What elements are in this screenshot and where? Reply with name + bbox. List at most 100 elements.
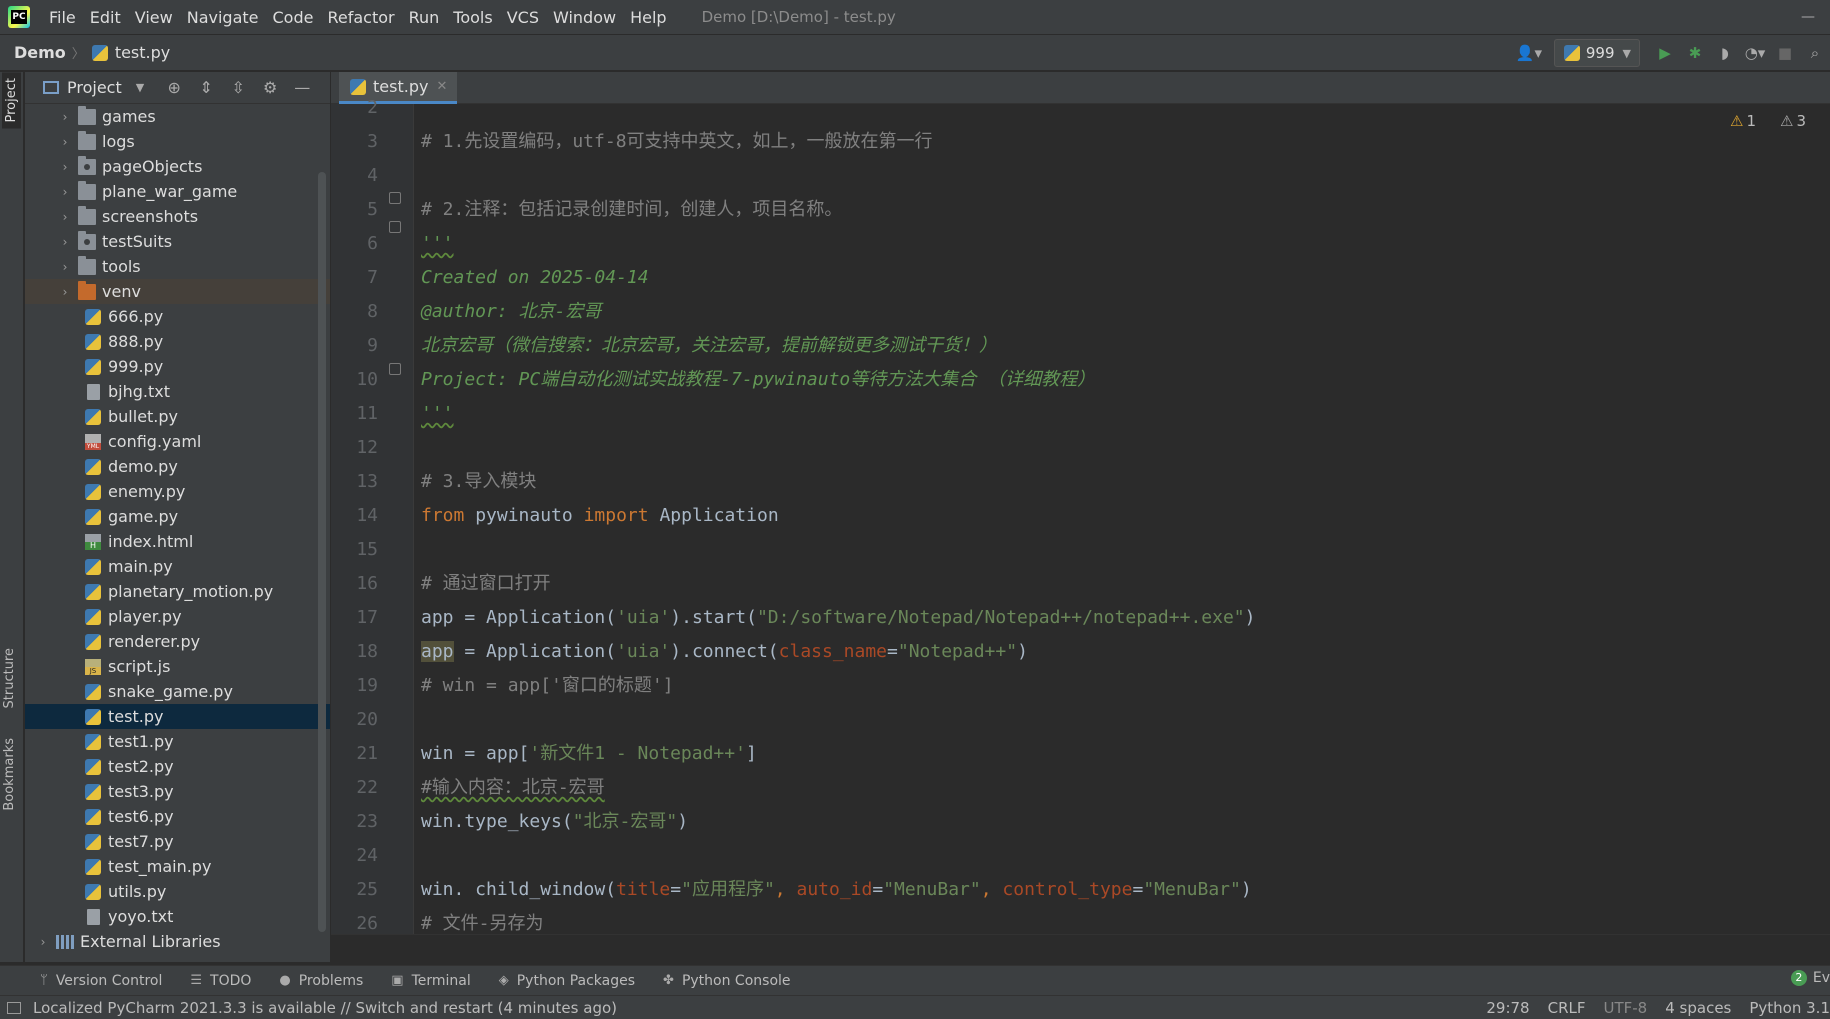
python-packages-button[interactable]: ◈ Python Packages bbox=[499, 973, 635, 989]
chevron-right-icon[interactable]: › bbox=[58, 285, 72, 299]
tree-item[interactable]: › pageObjects bbox=[25, 154, 330, 179]
chevron-right-icon[interactable]: › bbox=[58, 210, 72, 224]
tree-item[interactable]: test.py bbox=[25, 704, 330, 729]
tree-item[interactable]: test1.py bbox=[25, 729, 330, 754]
tree-item[interactable]: › tools bbox=[25, 254, 330, 279]
version-control-button[interactable]: ᛘ Version Control bbox=[40, 973, 162, 989]
python-console-button[interactable]: ✤ Python Console bbox=[663, 973, 790, 989]
tree-item[interactable]: utils.py bbox=[25, 879, 330, 904]
project-view-selector[interactable]: Project ▼ bbox=[43, 78, 144, 97]
stop-icon[interactable]: ■ bbox=[1770, 39, 1800, 67]
tree-item[interactable]: yoyo.txt bbox=[25, 904, 330, 929]
caret-position[interactable]: 29:78 bbox=[1486, 999, 1529, 1017]
menu-navigate[interactable]: Navigate bbox=[180, 8, 266, 27]
tree-item[interactable]: bullet.py bbox=[25, 404, 330, 429]
tree-item[interactable]: index.html bbox=[25, 529, 330, 554]
project-panel-header: Project ▼ ⊕ ⇕ ⇳ ⚙ — bbox=[25, 72, 330, 104]
tree-item[interactable]: test6.py bbox=[25, 804, 330, 829]
menu-refactor[interactable]: Refactor bbox=[320, 8, 401, 27]
tree-item[interactable]: 666.py bbox=[25, 304, 330, 329]
line-separator[interactable]: CRLF bbox=[1548, 999, 1586, 1017]
line-number: 25 bbox=[356, 879, 378, 900]
tree-item[interactable]: renderer.py bbox=[25, 629, 330, 654]
todo-button[interactable]: ☰ TODO bbox=[190, 973, 251, 989]
user-account-icon[interactable]: 👤▾ bbox=[1514, 39, 1544, 67]
expand-all-icon[interactable]: ⇕ bbox=[190, 78, 222, 97]
debug-icon[interactable]: ✱ bbox=[1680, 39, 1710, 67]
chevron-right-icon[interactable]: › bbox=[36, 935, 50, 949]
bookmarks-tool-window-button[interactable]: Bookmarks bbox=[2, 738, 17, 811]
settings-gear-icon[interactable]: ⚙ bbox=[254, 78, 286, 97]
problems-button[interactable]: ● Problems bbox=[279, 973, 363, 989]
breadcrumb-file[interactable]: test.py bbox=[91, 43, 170, 62]
minimize-icon[interactable]: — bbox=[1786, 0, 1830, 34]
menu-vcs[interactable]: VCS bbox=[500, 8, 546, 27]
menu-window[interactable]: Window bbox=[546, 8, 623, 27]
fold-marker-icon[interactable] bbox=[389, 221, 401, 233]
tree-item-label: planetary_motion.py bbox=[108, 582, 274, 601]
inspection-widget[interactable]: ⚠ 1 ⚠ 3 bbox=[1730, 112, 1830, 130]
locate-file-icon[interactable]: ⊕ bbox=[158, 78, 190, 97]
chevron-right-icon[interactable]: › bbox=[58, 110, 72, 124]
chevron-right-icon[interactable]: › bbox=[58, 160, 72, 174]
tree-item[interactable]: test3.py bbox=[25, 779, 330, 804]
profile-icon[interactable]: ◔▾ bbox=[1740, 39, 1770, 67]
indent-setting[interactable]: 4 spaces bbox=[1665, 999, 1731, 1017]
search-everywhere-icon[interactable]: ⌕ bbox=[1800, 39, 1830, 67]
tree-item[interactable]: enemy.py bbox=[25, 479, 330, 504]
file-encoding[interactable]: UTF-8 bbox=[1604, 999, 1648, 1017]
tree-item[interactable]: › testSuits bbox=[25, 229, 330, 254]
tree-item[interactable]: › External Libraries bbox=[25, 929, 330, 954]
tree-item[interactable]: 999.py bbox=[25, 354, 330, 379]
chevron-right-icon[interactable]: › bbox=[58, 185, 72, 199]
tree-item[interactable]: demo.py bbox=[25, 454, 330, 479]
chevron-right-icon[interactable]: › bbox=[58, 235, 72, 249]
breadcrumb-project[interactable]: Demo bbox=[14, 43, 66, 62]
tree-item[interactable]: script.js bbox=[25, 654, 330, 679]
tree-item[interactable]: › venv bbox=[25, 279, 330, 304]
project-tree-scrollbar[interactable] bbox=[318, 172, 326, 932]
tree-item[interactable]: › screenshots bbox=[25, 204, 330, 229]
menu-view[interactable]: View bbox=[128, 8, 180, 27]
code-area[interactable]: # 1.先设置编码，utf-8可支持中英文，如上，一般放在第一行 # 2.注释：包… bbox=[414, 104, 1830, 934]
menu-help[interactable]: Help bbox=[623, 8, 673, 27]
horizontal-scrollbar[interactable] bbox=[331, 934, 1830, 965]
fold-marker-icon[interactable] bbox=[389, 192, 401, 204]
tree-item[interactable]: 888.py bbox=[25, 329, 330, 354]
fold-marker-icon[interactable] bbox=[389, 363, 401, 375]
tree-item[interactable]: test_main.py bbox=[25, 854, 330, 879]
run-icon[interactable]: ▶ bbox=[1650, 39, 1680, 67]
python-interpreter[interactable]: Python 3.1 bbox=[1749, 999, 1830, 1017]
tree-item[interactable]: main.py bbox=[25, 554, 330, 579]
tree-item[interactable]: bjhg.txt bbox=[25, 379, 330, 404]
tree-item[interactable]: planetary_motion.py bbox=[25, 579, 330, 604]
chevron-right-icon[interactable]: › bbox=[58, 135, 72, 149]
line-number: 3 bbox=[367, 131, 378, 152]
toggle-tool-windows-icon[interactable] bbox=[7, 1001, 21, 1014]
tree-item[interactable]: player.py bbox=[25, 604, 330, 629]
tree-item[interactable]: test2.py bbox=[25, 754, 330, 779]
menu-file[interactable]: File bbox=[42, 8, 83, 27]
menu-tools[interactable]: Tools bbox=[446, 8, 499, 27]
menu-edit[interactable]: Edit bbox=[83, 8, 128, 27]
terminal-button[interactable]: ▣ Terminal bbox=[391, 973, 470, 989]
tree-item[interactable]: › games bbox=[25, 104, 330, 129]
tree-item[interactable]: › plane_war_game bbox=[25, 179, 330, 204]
menu-code[interactable]: Code bbox=[266, 8, 321, 27]
hide-panel-icon[interactable]: — bbox=[286, 78, 318, 97]
tree-item[interactable]: game.py bbox=[25, 504, 330, 529]
menu-run[interactable]: Run bbox=[402, 8, 447, 27]
tree-item[interactable]: snake_game.py bbox=[25, 679, 330, 704]
tree-item[interactable]: test7.py bbox=[25, 829, 330, 854]
run-config-selector[interactable]: 999 ▼ bbox=[1553, 39, 1640, 67]
status-message[interactable]: Localized PyCharm 2021.3.3 is available … bbox=[33, 999, 617, 1017]
project-tool-window-button[interactable]: Project bbox=[2, 72, 21, 129]
structure-tool-window-button[interactable]: Structure bbox=[2, 648, 17, 708]
tree-item[interactable]: config.yaml bbox=[25, 429, 330, 454]
tree-item[interactable]: › logs bbox=[25, 129, 330, 154]
event-log-button[interactable]: 2 Ev bbox=[1790, 970, 1830, 986]
close-tab-icon[interactable]: ✕ bbox=[436, 79, 447, 94]
collapse-all-icon[interactable]: ⇳ bbox=[222, 78, 254, 97]
chevron-right-icon[interactable]: › bbox=[58, 260, 72, 274]
coverage-icon[interactable]: ◗ bbox=[1710, 39, 1740, 67]
